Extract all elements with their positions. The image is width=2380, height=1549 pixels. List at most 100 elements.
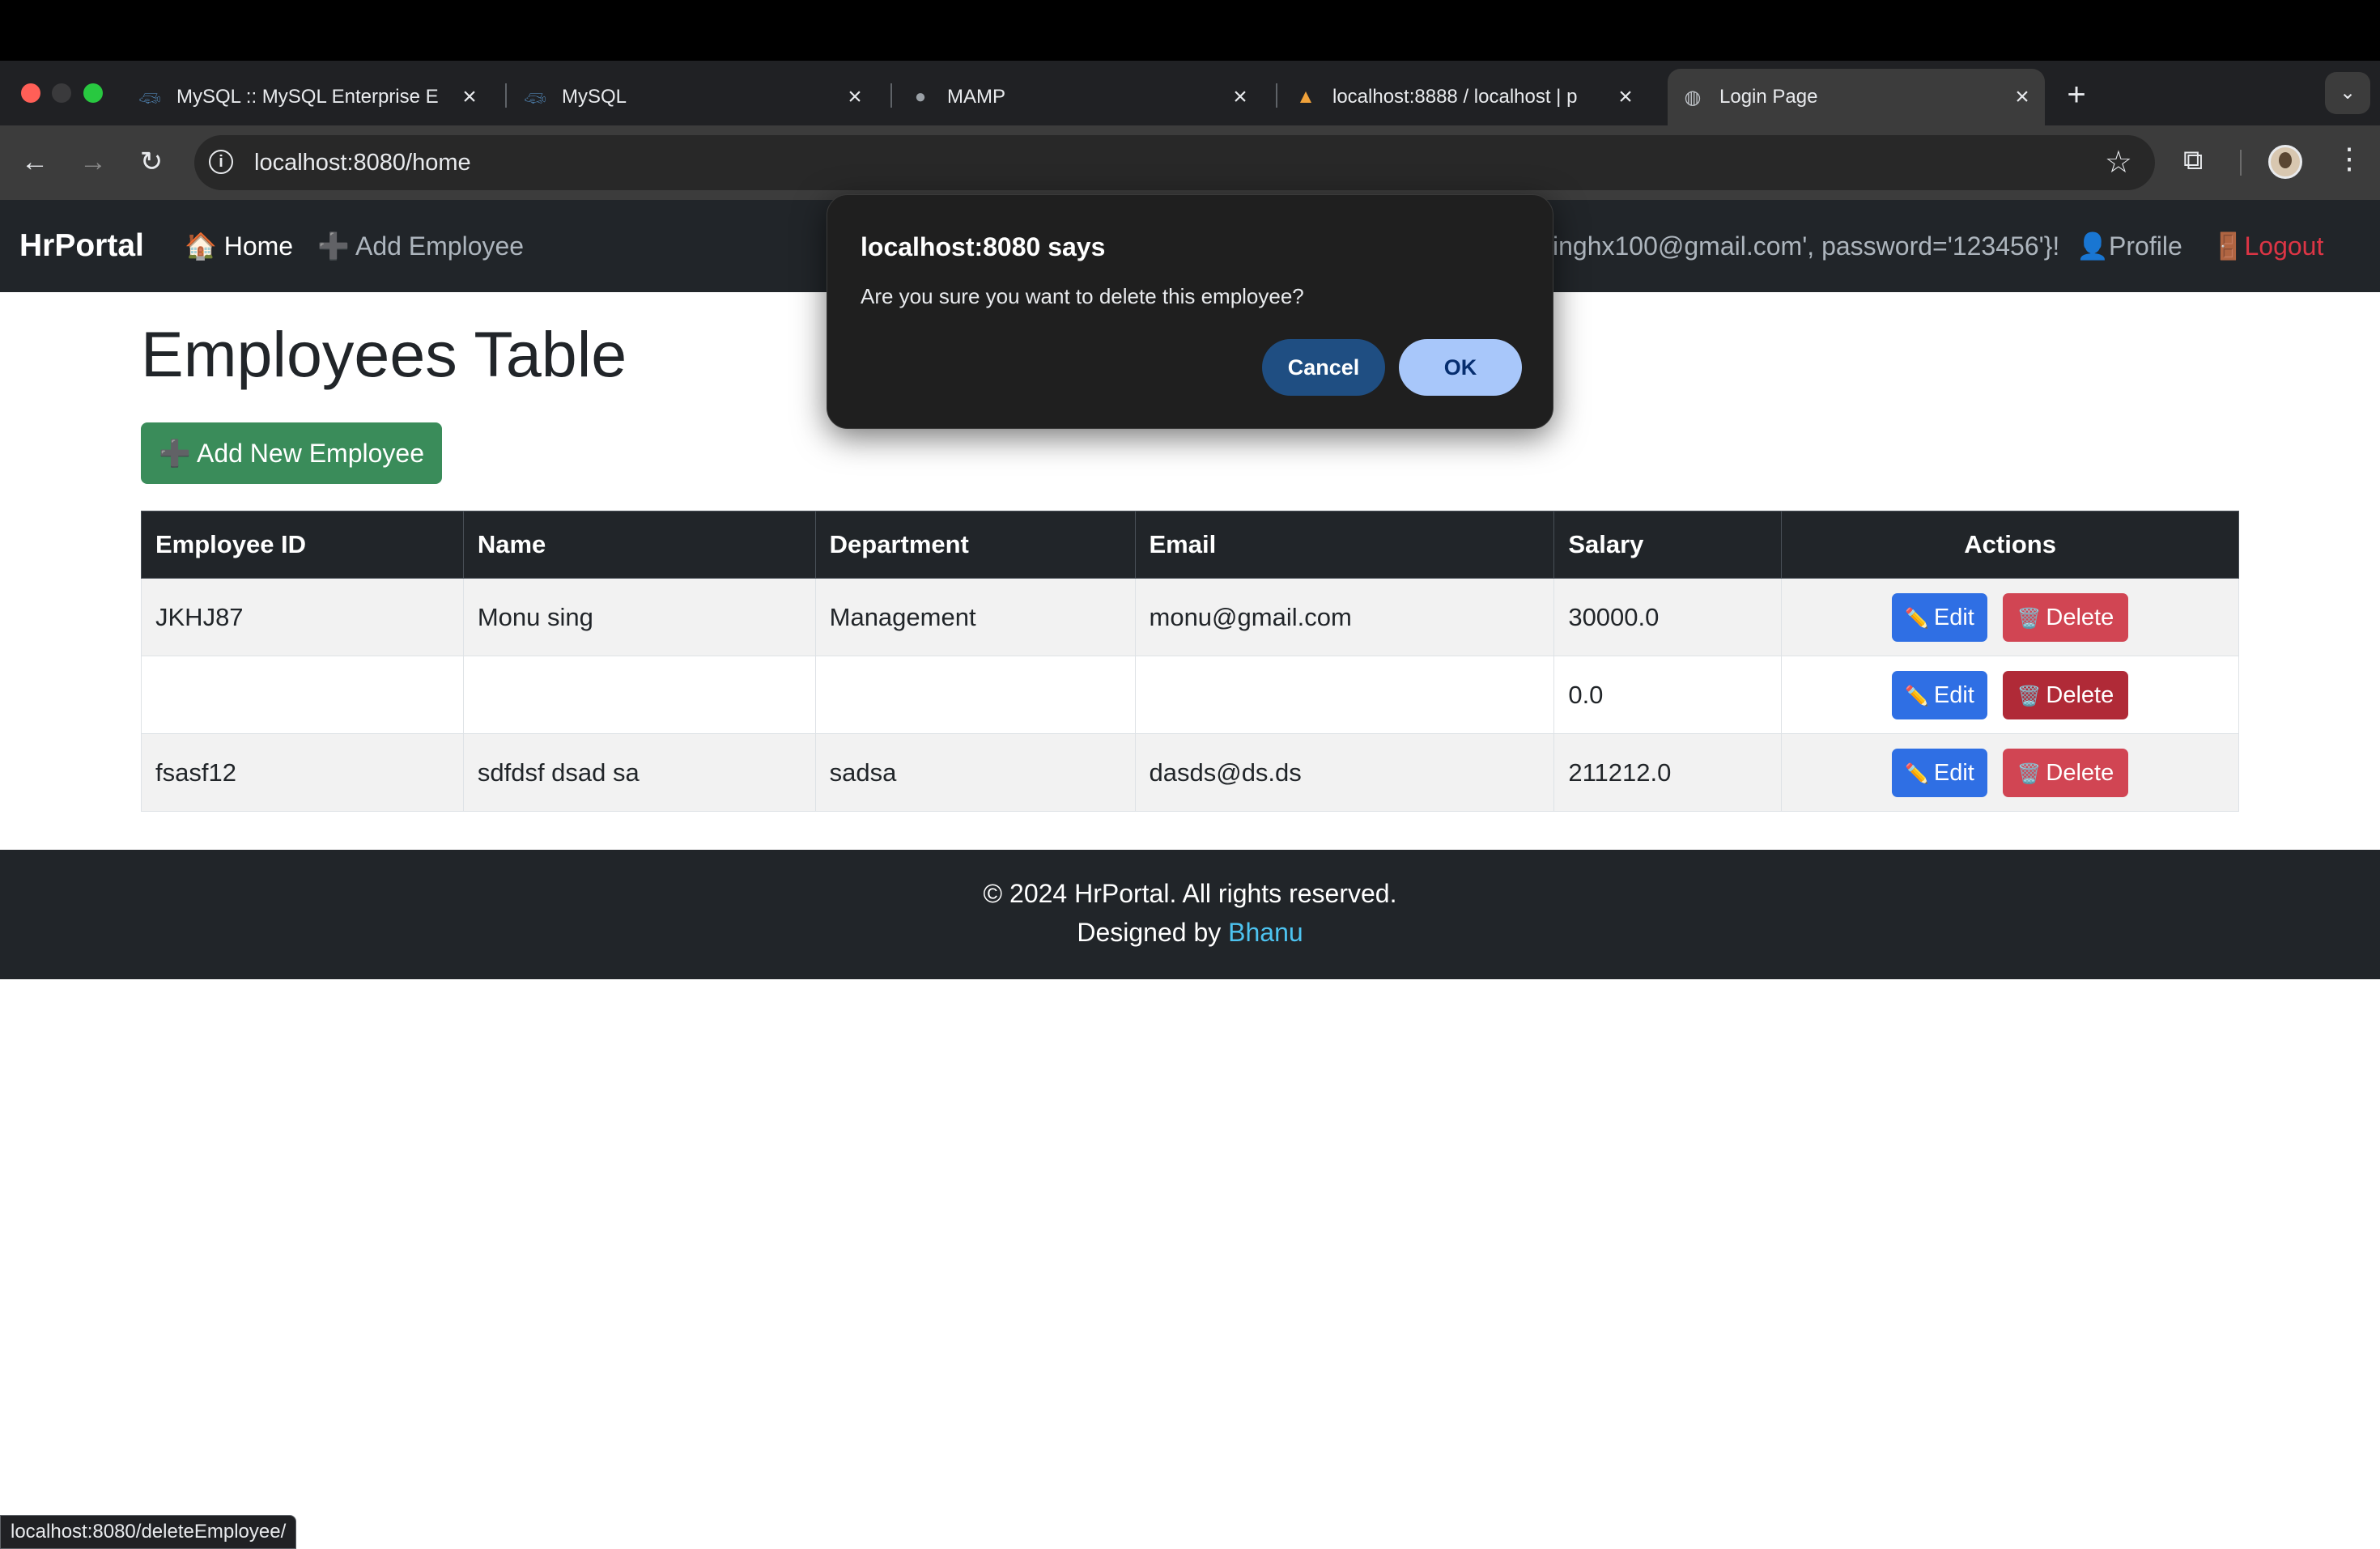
tab-search-chevron-icon[interactable]: ⌄ — [2325, 72, 2370, 114]
column-header: Salary — [1553, 511, 1783, 579]
browser-toolbar: ← → ↻ i localhost:8080/home ☆ ⧉ ⋮ — [0, 125, 2380, 200]
author-link[interactable]: Bhanu — [1228, 918, 1303, 947]
pencil-icon: ✏️ — [1905, 685, 1929, 707]
tab-title: MySQL — [562, 86, 627, 108]
delete-button[interactable]: 🗑️ Delete — [2002, 592, 2129, 642]
tab-title: localhost:8888 / localhost | p — [1332, 86, 1578, 108]
kebab-menu-icon[interactable]: ⋮ — [2335, 142, 2364, 176]
house-icon: 🏠 — [185, 231, 217, 261]
cell-name — [462, 656, 816, 734]
tab-title: MAMP — [947, 86, 1005, 108]
cell-salary: 0.0 — [1553, 656, 1783, 734]
nav-home[interactable]: 🏠 Home — [185, 200, 293, 292]
dialog-message: Are you sure you want to delete this emp… — [861, 284, 1304, 308]
browser-tab-active[interactable]: ◍ Login Page × — [1668, 69, 2045, 125]
user-silhouette-icon: 👤 — [2076, 231, 2110, 261]
cell-salary: 30000.0 — [1553, 578, 1783, 656]
tab-separator — [505, 83, 507, 108]
page-title: Employees Table — [141, 318, 627, 390]
tab-title: Login Page — [1719, 86, 1818, 108]
nav-add-employee[interactable]: ➕ Add Employee — [317, 200, 524, 292]
cell-name: Monu sing — [462, 578, 816, 656]
trash-icon: 🗑️ — [2017, 762, 2042, 785]
pencil-icon: ✏️ — [1905, 607, 1929, 630]
delete-button[interactable]: 🗑️ Delete — [2002, 670, 2129, 719]
nav-profile-label: Profile — [2109, 231, 2182, 261]
profile-avatar[interactable] — [2268, 145, 2302, 179]
plus-icon: ➕ — [159, 439, 191, 468]
tab-close-icon[interactable]: × — [455, 83, 484, 111]
browser-tab[interactable]: ● MAMP × — [895, 69, 1263, 125]
column-header: Actions — [1781, 511, 2239, 579]
browser-tab[interactable]: ▲ localhost:8888 / localhost | p × — [1281, 69, 1648, 125]
browser-tab[interactable]: 𓆛 MySQL × — [510, 69, 878, 125]
plus-icon: ➕ — [317, 231, 350, 261]
add-new-employee-label: Add New Employee — [196, 439, 424, 468]
dialog-title: localhost:8080 says — [861, 232, 1106, 261]
window-close-button[interactable] — [21, 83, 40, 103]
cell-department: sadsa — [814, 733, 1136, 812]
tab-separator — [890, 83, 892, 108]
address-url[interactable]: localhost:8080/home — [254, 135, 471, 190]
column-header: Department — [814, 511, 1136, 579]
nav-home-label: Home — [223, 231, 294, 261]
new-tab-plus-icon[interactable]: + — [2059, 77, 2094, 112]
column-header: Employee ID — [141, 511, 464, 579]
extensions-puzzle-icon[interactable]: ⧉ — [2183, 145, 2203, 176]
window-zoom-button[interactable] — [83, 83, 103, 103]
footer-credit: Designed by Bhanu — [0, 918, 2380, 948]
brand-logo[interactable]: HrPortal — [19, 200, 144, 292]
edit-label: Edit — [1933, 681, 1974, 708]
table-row: 0.0 ✏️ Edit 🗑️ Delete — [141, 656, 2239, 734]
user-greeting-text: inghx100@gmail.com', password='123456'}! — [1553, 231, 2060, 261]
table-header-row: Employee ID Name Department Email Salary… — [141, 511, 2239, 579]
nav-add-employee-label: Add Employee — [355, 231, 525, 261]
macos-menu-strip — [0, 0, 2380, 61]
trash-icon: 🗑️ — [2017, 607, 2042, 630]
cell-email: dasds@ds.ds — [1134, 733, 1555, 812]
table-row: JKHJ87 Monu sing Management monu@gmail.c… — [141, 578, 2239, 656]
user-greeting: inghx100@gmail.com', password='123456'}!… — [1553, 200, 2323, 292]
back-arrow-icon[interactable]: ← — [16, 143, 53, 180]
globe-icon: ◍ — [1684, 86, 1702, 108]
delete-button[interactable]: 🗑️ Delete — [2002, 748, 2129, 797]
tab-separator — [1276, 83, 1277, 108]
reload-icon[interactable]: ↻ — [133, 143, 170, 180]
cell-actions: ✏️ Edit 🗑️ Delete — [1781, 733, 2239, 812]
tab-close-icon[interactable]: × — [840, 83, 869, 111]
nav-profile[interactable]: 👤Profile — [2076, 231, 2182, 261]
bookmark-star-icon[interactable]: ☆ — [2105, 145, 2132, 180]
edit-button[interactable]: ✏️ Edit — [1892, 748, 1987, 797]
delete-label: Delete — [2046, 604, 2114, 630]
column-header: Name — [462, 511, 816, 579]
browser-tab[interactable]: 𓆛 MySQL :: MySQL Enterprise E × — [125, 69, 492, 125]
tab-close-icon[interactable]: × — [2008, 83, 2037, 111]
forward-arrow-icon[interactable]: → — [74, 143, 112, 180]
mamp-elephant-icon: ● — [914, 86, 927, 108]
employees-table: Employee ID Name Department Email Salary… — [141, 511, 2239, 812]
address-bar[interactable]: i localhost:8080/home ☆ — [194, 135, 2155, 190]
edit-button[interactable]: ✏️ Edit — [1892, 670, 1987, 719]
tab-close-icon[interactable]: × — [1226, 83, 1255, 111]
phpmyadmin-icon: ▲ — [1296, 86, 1315, 108]
cancel-button[interactable]: Cancel — [1262, 339, 1385, 396]
cell-department — [814, 656, 1136, 734]
cell-actions: ✏️ Edit 🗑️ Delete — [1781, 656, 2239, 734]
cell-email — [1134, 656, 1555, 734]
cell-actions: ✏️ Edit 🗑️ Delete — [1781, 578, 2239, 656]
edit-button[interactable]: ✏️ Edit — [1892, 592, 1987, 642]
table-row: fsasf12 sdfdsf dsad sa sadsa dasds@ds.ds… — [141, 733, 2239, 812]
ok-button[interactable]: OK — [1399, 339, 1522, 396]
cell-salary: 211212.0 — [1553, 733, 1783, 812]
pencil-icon: ✏️ — [1905, 762, 1929, 785]
nav-logout[interactable]: 🚪Logout — [2212, 231, 2324, 261]
cell-department: Management — [814, 578, 1136, 656]
window-minimize-button[interactable] — [52, 83, 71, 103]
toolbar-separator — [2240, 150, 2242, 176]
tab-close-icon[interactable]: × — [1611, 83, 1640, 111]
add-new-employee-button[interactable]: ➕ Add New Employee — [141, 422, 442, 484]
cell-employee-id — [141, 656, 464, 734]
site-info-icon[interactable]: i — [209, 150, 233, 174]
cell-email: monu@gmail.com — [1134, 578, 1555, 656]
footer-copyright: © 2024 HrPortal. All rights reserved. — [983, 879, 1397, 908]
